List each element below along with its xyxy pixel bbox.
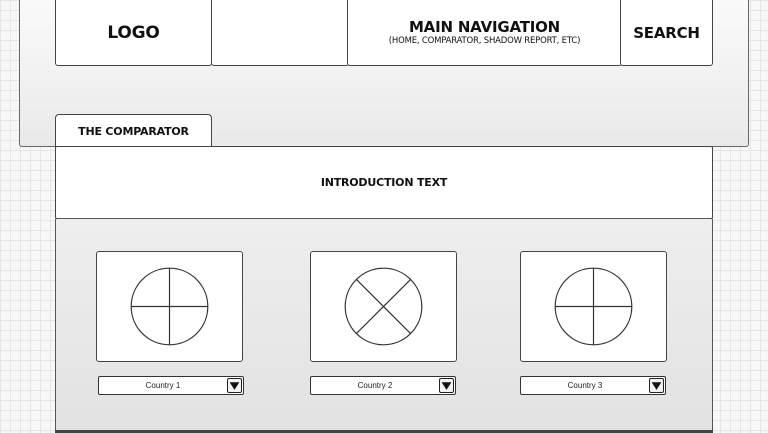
nav-title: MAIN NAVIGATION [408, 17, 561, 36]
main-navigation[interactable]: MAIN NAVIGATION (HOME, COMPARATOR, SHADO… [347, 0, 622, 66]
tab-label: THE COMPARATOR [78, 124, 189, 138]
header-empty-slot [211, 0, 349, 66]
logo[interactable]: LOGO [55, 0, 212, 66]
pie-chart-placeholder-icon [554, 267, 633, 346]
chart-placeholder-2 [310, 251, 457, 362]
country-select-3[interactable]: Country 3 [520, 376, 666, 395]
chart-placeholder-1 [96, 251, 243, 362]
dropdown-arrow-icon[interactable] [439, 378, 454, 393]
country-select-1[interactable]: Country 1 [98, 376, 244, 395]
image-placeholder-icon [344, 267, 423, 346]
country-select-value: Country 1 [145, 381, 181, 390]
introduction-text: INTRODUCTION TEXT [320, 176, 448, 189]
dropdown-arrow-icon[interactable] [649, 378, 664, 393]
search-label: SEARCH [633, 23, 700, 42]
nav-subtitle: (HOME, COMPARATOR, SHADOW REPORT, ETC) [388, 35, 581, 46]
pie-chart-placeholder-icon [130, 267, 209, 346]
dropdown-arrow-icon[interactable] [227, 378, 242, 393]
tab-the-comparator[interactable]: THE COMPARATOR [55, 114, 212, 147]
country-select-2[interactable]: Country 2 [310, 376, 456, 395]
country-select-value: Country 3 [567, 381, 603, 390]
search-button[interactable]: SEARCH [620, 0, 713, 66]
chart-placeholder-3 [520, 251, 667, 362]
logo-text: LOGO [107, 22, 160, 43]
introduction-section: INTRODUCTION TEXT [55, 146, 713, 219]
country-select-value: Country 2 [357, 381, 393, 390]
